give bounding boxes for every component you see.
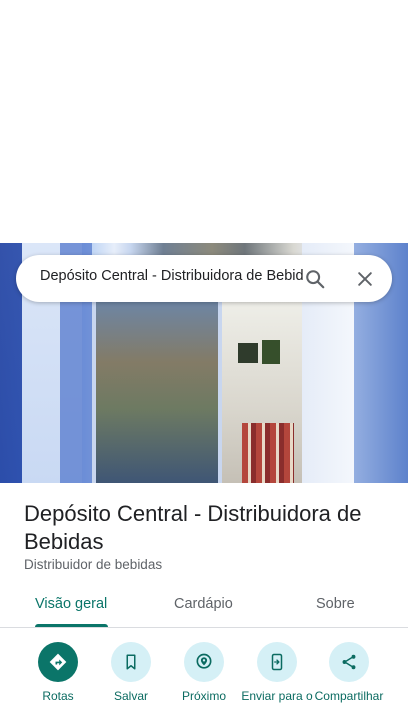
tab-overview[interactable]: Visão geral (35, 596, 107, 612)
nearby-label: Próximo (181, 689, 226, 703)
save-button-circle[interactable] (111, 642, 151, 682)
place-category[interactable]: Distribuidor de bebidas (24, 557, 162, 572)
place-page: Depósito Central - Distribuidora de Bebi… (0, 0, 408, 726)
tab-about[interactable]: Sobre (316, 596, 355, 612)
directions-icon (49, 653, 67, 671)
send-to-phone-button-circle[interactable] (257, 642, 297, 682)
close-icon (358, 272, 372, 286)
save-label: Salvar (113, 689, 148, 703)
place-title: Depósito Central - Distribuidora de Bebi… (24, 501, 362, 554)
share-icon (342, 654, 356, 670)
search-bar[interactable]: Depósito Central - Distribuidora de Bebi… (16, 255, 392, 302)
bookmark-icon (126, 654, 136, 670)
clear-search-button[interactable] (350, 264, 380, 294)
save-button[interactable]: Salvar (91, 640, 171, 703)
share-button-circle[interactable] (329, 642, 369, 682)
place-tabs: Visão geral Cardápio Sobre (0, 585, 408, 628)
directions-button-circle[interactable] (38, 642, 78, 682)
send-to-phone-label: Enviar para o (241, 689, 313, 703)
search-icon (306, 270, 325, 289)
nearby-icon (196, 653, 212, 669)
photo-detail (92, 293, 222, 483)
share-label: Compartilhar (314, 689, 384, 703)
send-to-phone-icon (271, 653, 283, 671)
search-button[interactable] (300, 264, 330, 294)
photo-detail (262, 340, 280, 364)
nearby-button[interactable]: Próximo (164, 640, 244, 703)
search-query[interactable]: Depósito Central - Distribuidora de Bebi… (40, 268, 304, 284)
directions-button[interactable]: Rotas (18, 640, 98, 703)
send-to-phone-button[interactable]: Enviar para o (237, 640, 317, 703)
tab-menu[interactable]: Cardápio (174, 596, 233, 612)
photo-detail (242, 423, 294, 483)
active-tab-indicator (35, 624, 108, 627)
photo-detail (238, 343, 258, 363)
share-button[interactable]: Compartilhar (309, 640, 389, 703)
action-bar: Rotas Salvar Próximo Enviar para o Compa… (0, 640, 408, 726)
nearby-button-circle[interactable] (184, 642, 224, 682)
directions-label: Rotas (42, 689, 74, 703)
